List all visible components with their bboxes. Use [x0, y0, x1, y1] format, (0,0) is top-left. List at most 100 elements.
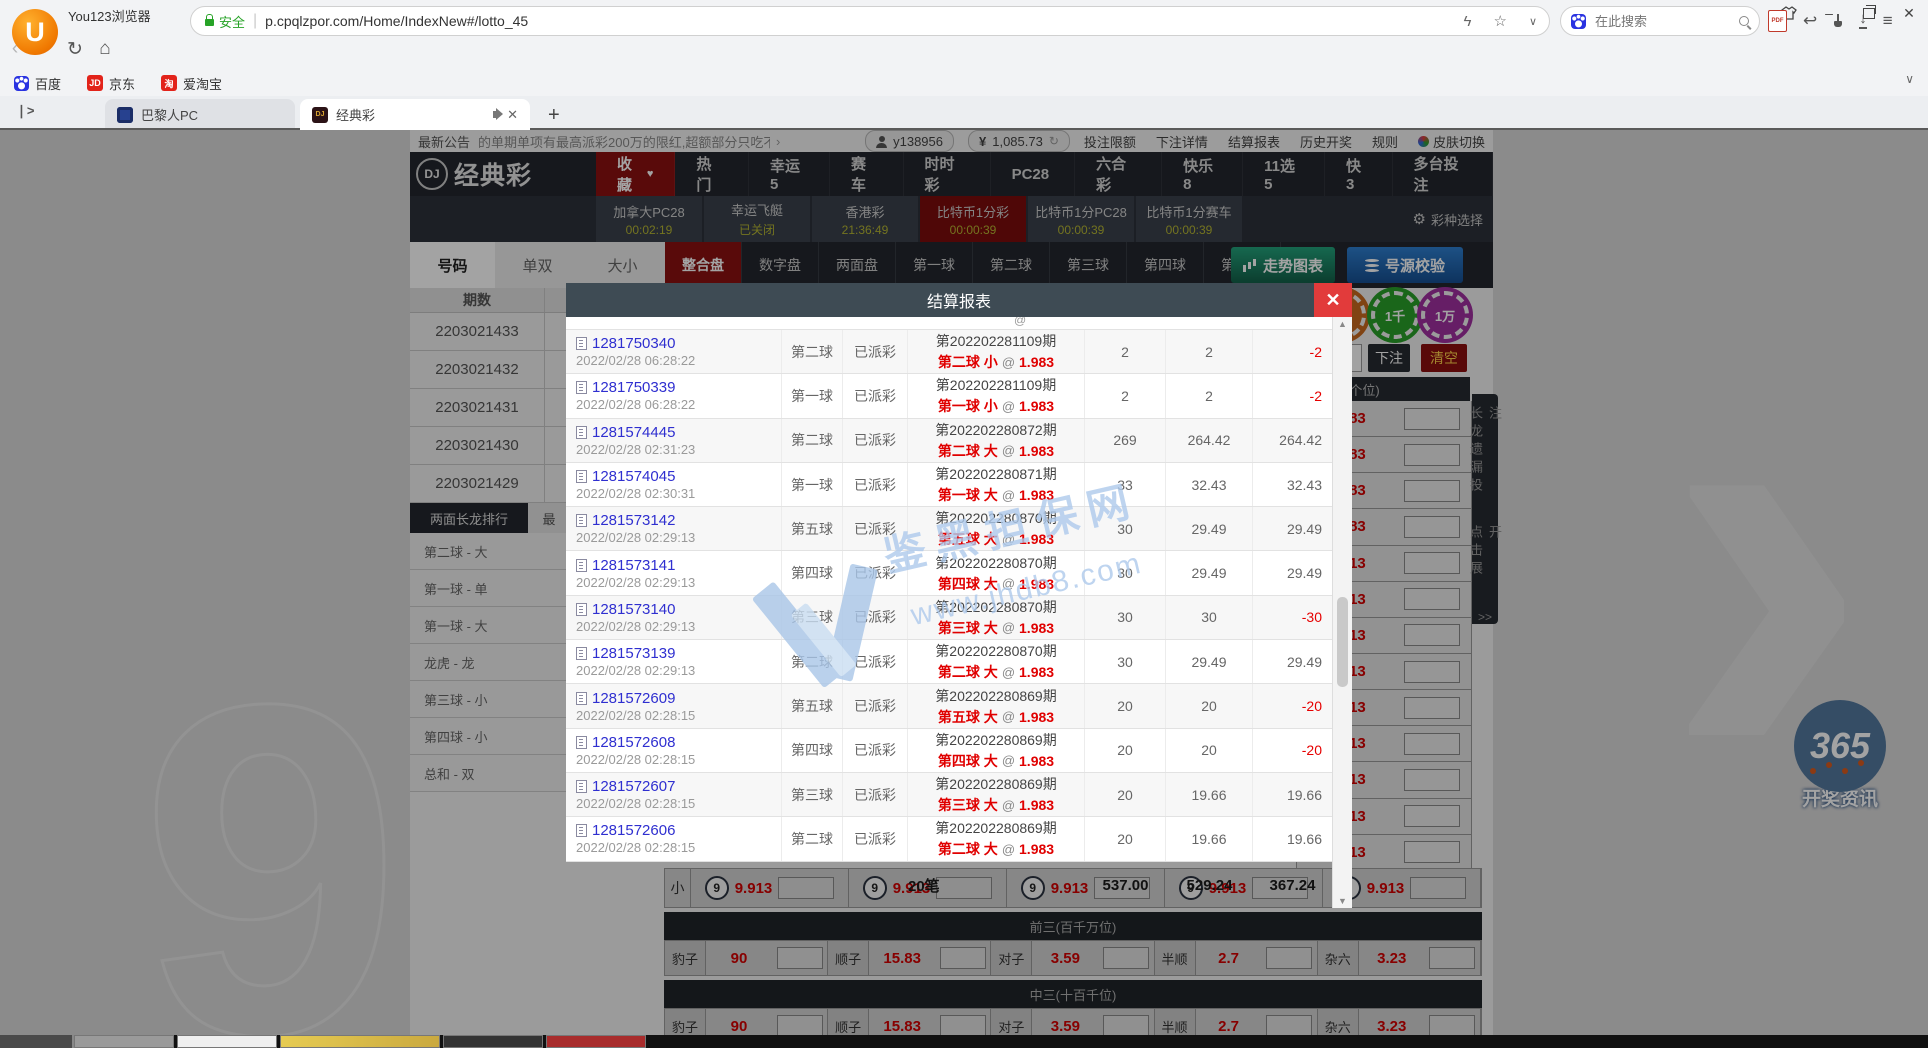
profit-amount: 19.66: [1253, 773, 1332, 816]
order-id-link[interactable]: 1281572608: [592, 734, 675, 751]
order-time: 2022/02/28 02:30:31: [576, 486, 695, 501]
lightning-icon[interactable]: ϟ: [1464, 13, 1472, 30]
tab-close-icon[interactable]: ✕: [507, 107, 518, 123]
tab-favicon: [117, 107, 133, 123]
tab-jingdiancai[interactable]: DJ 经典彩 ✕: [300, 99, 530, 130]
settlement-row: 1281750339 2022/02/28 06:28:22 第一球 已派彩 第…: [566, 374, 1332, 418]
url-text[interactable]: p.cpqlzpor.com/Home/IndexNew#/lotto_45: [265, 13, 1463, 29]
order-time: 2022/02/28 02:29:13: [576, 663, 695, 678]
chevron-down-icon[interactable]: ∨: [1529, 15, 1537, 28]
ball-position: 第二球: [782, 817, 843, 860]
window-thumbnail[interactable]: [177, 1035, 277, 1048]
window-title: You123浏览器: [68, 6, 151, 25]
pdf-icon[interactable]: PDF: [1768, 10, 1787, 32]
bet-amount: 2: [1085, 374, 1166, 417]
tab-favicon: DJ: [312, 107, 328, 123]
bookmark-star-icon[interactable]: ☆: [1493, 12, 1506, 30]
audio-icon[interactable]: [493, 111, 497, 118]
ball-position: 第三球: [782, 596, 843, 639]
bet-content: 第四球 大: [938, 751, 998, 771]
settlement-table: @ 1281750340 2022/02/28 06:28:22 第二球 已派彩…: [566, 317, 1332, 862]
window-thumbnail[interactable]: [74, 1035, 174, 1048]
close-button[interactable]: ✕: [1900, 4, 1918, 22]
order-id-link[interactable]: 1281574445: [592, 424, 675, 441]
ball-position: 第一球: [782, 463, 843, 506]
tab-bar: ❘> 巴黎人PC DJ 经典彩 ✕ +: [0, 96, 1928, 130]
window-thumbnail[interactable]: [546, 1035, 646, 1048]
tab-list-icon[interactable]: ❘>: [16, 103, 34, 119]
bet-content: 第四球 大: [938, 574, 998, 594]
order-id-link[interactable]: 1281750340: [592, 335, 675, 352]
status: 已派彩: [843, 507, 908, 550]
modal-scrollbar[interactable]: ▲ ▼: [1332, 317, 1352, 908]
order-id-link[interactable]: 1281572606: [592, 822, 675, 839]
scroll-up-icon[interactable]: ▲: [1333, 319, 1352, 329]
search-box[interactable]: [1560, 6, 1760, 36]
bet-odds: 1.983: [1019, 620, 1054, 636]
taskbar: [0, 1035, 1928, 1048]
bookmark-baidu[interactable]: 百度: [14, 74, 61, 93]
order-id-link[interactable]: 1281574045: [592, 468, 675, 485]
order-id-link[interactable]: 1281573140: [592, 601, 675, 618]
search-icon[interactable]: [1739, 16, 1749, 26]
settlement-row: 1281574045 2022/02/28 02:30:31 第一球 已派彩 第…: [566, 463, 1332, 507]
address-bar[interactable]: 安全 | p.cpqlzpor.com/Home/IndexNew#/lotto…: [190, 6, 1550, 36]
taskbar-corner[interactable]: [0, 1035, 74, 1048]
document-icon: [576, 426, 587, 439]
menu-icon[interactable]: ≡: [1883, 11, 1893, 31]
scroll-thumb[interactable]: [1337, 597, 1348, 687]
status: 已派彩: [843, 640, 908, 683]
order-id-link[interactable]: 1281573142: [592, 512, 675, 529]
order-id-link[interactable]: 1281750339: [592, 379, 675, 396]
bet-amount: 30: [1085, 507, 1166, 550]
result-amount: 264.42: [1166, 419, 1253, 462]
tab-balirenpc[interactable]: 巴黎人PC: [105, 99, 295, 130]
bet-odds: 1.983: [1019, 709, 1054, 725]
bet-odds: 1.983: [1019, 531, 1054, 547]
settlement-row: 1281573140 2022/02/28 02:29:13 第三球 已派彩 第…: [566, 596, 1332, 640]
issue-number: 第202202281109期: [936, 375, 1056, 395]
ball-position: 第四球: [782, 729, 843, 772]
order-time: 2022/02/28 02:28:15: [576, 840, 695, 855]
bookmark-jd[interactable]: JD京东: [87, 74, 135, 93]
status: 已派彩: [843, 463, 908, 506]
bet-odds: 1.983: [1019, 487, 1054, 503]
settlement-report-modal: 结算报表 ✕ @ 1281750340 2022/02/28 06:28:22 …: [566, 283, 1352, 908]
settlement-row: 1281572608 2022/02/28 02:28:15 第四球 已派彩 第…: [566, 729, 1332, 773]
bet-amount: 33: [1085, 463, 1166, 506]
order-time: 2022/02/28 06:28:22: [576, 353, 695, 368]
secure-label: 安全: [219, 12, 245, 31]
order-id-link[interactable]: 1281572609: [592, 690, 675, 707]
settlement-row: 1281572607 2022/02/28 02:28:15 第三球 已派彩 第…: [566, 773, 1332, 817]
modal-close-button[interactable]: ✕: [1314, 283, 1352, 317]
bet-content: 第三球 大: [938, 618, 998, 638]
window-thumbnail[interactable]: [280, 1035, 440, 1048]
order-id-link[interactable]: 1281573141: [592, 557, 675, 574]
home-button[interactable]: ⌂: [90, 38, 120, 60]
document-icon: [576, 692, 587, 705]
ball-position: 第二球: [782, 640, 843, 683]
jd-icon: JD: [87, 75, 103, 91]
reload-button[interactable]: ↻: [60, 38, 90, 61]
taobao-icon: 淘: [161, 75, 177, 91]
ball-position: 第二球: [782, 419, 843, 462]
bookmark-taobao[interactable]: 淘爱淘宝: [161, 74, 222, 93]
profit-amount: 29.49: [1253, 507, 1332, 550]
scroll-down-icon[interactable]: ▼: [1333, 896, 1352, 906]
browser-logo: U: [12, 9, 58, 55]
clean-icon[interactable]: [1833, 14, 1843, 28]
bet-amount: 20: [1085, 773, 1166, 816]
settlement-row: 1281574445 2022/02/28 02:31:23 第二球 已派彩 第…: [566, 419, 1332, 463]
order-id-link[interactable]: 1281572607: [592, 778, 675, 795]
new-tab-button[interactable]: +: [548, 104, 560, 127]
order-time: 2022/02/28 02:28:15: [576, 796, 695, 811]
download-icon[interactable]: ↓: [1859, 13, 1867, 29]
bet-content: 第五球 大: [938, 529, 998, 549]
search-input[interactable]: [1593, 13, 1732, 30]
window-thumbnail[interactable]: [443, 1035, 543, 1048]
profit-amount: -20: [1253, 684, 1332, 727]
undo-icon[interactable]: ↩: [1803, 11, 1817, 31]
bet-odds: 1.983: [1019, 398, 1054, 414]
order-id-link[interactable]: 1281573139: [592, 645, 675, 662]
bet-amount: 2: [1085, 330, 1166, 373]
